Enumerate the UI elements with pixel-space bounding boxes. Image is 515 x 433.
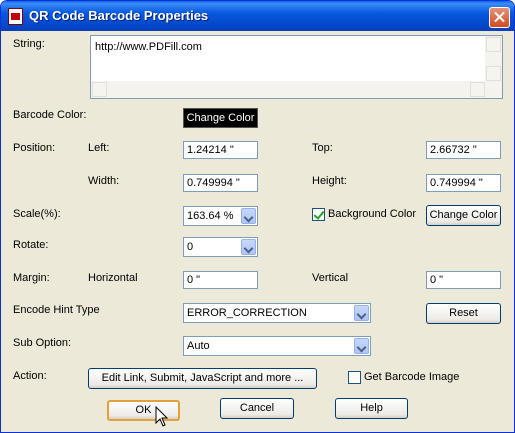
- scale-combobox[interactable]: 163.64 %: [183, 206, 258, 226]
- chevron-down-icon[interactable]: [354, 338, 369, 354]
- sub-option-value: Auto: [187, 340, 210, 352]
- encode-hint-label: Encode Hint Type: [13, 304, 100, 316]
- window-title: QR Code Barcode Properties: [29, 8, 209, 23]
- ok-button[interactable]: OK: [107, 400, 180, 421]
- horizontal-margin-input[interactable]: 0 ": [183, 271, 258, 289]
- scroll-down-icon[interactable]: [486, 66, 501, 81]
- encode-hint-combobox[interactable]: ERROR_CORRECTION: [183, 303, 371, 323]
- barcode-change-color-button[interactable]: Change Color: [183, 108, 258, 128]
- horizontal-label: Horizontal: [88, 272, 138, 284]
- help-button[interactable]: Help: [335, 398, 408, 419]
- height-input[interactable]: 0.749994 ": [426, 174, 501, 192]
- scroll-left-icon[interactable]: [92, 82, 107, 97]
- margin-label: Margin:: [13, 272, 50, 284]
- chevron-down-icon[interactable]: [354, 305, 369, 321]
- vertical-margin-input[interactable]: 0 ": [426, 271, 501, 289]
- horizontal-scrollbar[interactable]: [91, 81, 486, 98]
- reset-button[interactable]: Reset: [426, 303, 501, 324]
- title-bar[interactable]: QR Code Barcode Properties: [1, 1, 514, 31]
- rotate-label: Rotate:: [13, 239, 49, 251]
- get-barcode-image-label: Get Barcode Image: [364, 371, 460, 383]
- barcode-color-label: Barcode Color:: [13, 109, 87, 121]
- action-label: Action:: [13, 370, 47, 382]
- width-input[interactable]: 0.749994 ": [183, 174, 258, 192]
- scale-value: 163.64 %: [187, 210, 234, 222]
- close-icon[interactable]: [489, 7, 510, 28]
- encode-hint-value: ERROR_CORRECTION: [187, 307, 307, 319]
- top-label: Top:: [312, 142, 333, 154]
- rotate-value: 0: [187, 241, 194, 253]
- edit-link-button[interactable]: Edit Link, Submit, JavaScript and more .…: [88, 368, 317, 389]
- position-label: Position:: [13, 142, 56, 154]
- top-input[interactable]: 2.66732 ": [426, 141, 501, 159]
- left-label: Left:: [88, 142, 110, 154]
- background-change-color-button[interactable]: Change Color: [426, 205, 501, 226]
- height-label: Height:: [312, 175, 347, 187]
- scroll-up-icon[interactable]: [486, 37, 501, 52]
- sub-option-label: Sub Option:: [13, 337, 72, 349]
- dialog-window: QR Code Barcode Properties String: http:…: [0, 0, 515, 433]
- get-barcode-image-checkbox[interactable]: [348, 371, 361, 384]
- width-label: Width:: [88, 175, 120, 187]
- scale-label: Scale(%):: [13, 208, 61, 220]
- chevron-down-icon[interactable]: [241, 239, 256, 255]
- pdf-app-icon: [8, 8, 23, 25]
- rotate-combobox[interactable]: 0: [183, 237, 258, 257]
- sub-option-combobox[interactable]: Auto: [183, 336, 371, 356]
- cancel-button[interactable]: Cancel: [220, 398, 294, 419]
- mouse-cursor-icon: [155, 406, 169, 427]
- vertical-scrollbar[interactable]: [485, 36, 502, 98]
- string-label: String:: [13, 38, 45, 50]
- chevron-down-icon[interactable]: [241, 208, 256, 224]
- background-color-checkbox[interactable]: [312, 208, 325, 221]
- left-input[interactable]: 1.24214 ": [183, 141, 258, 159]
- vertical-label: Vertical: [312, 272, 349, 284]
- string-textarea[interactable]: http://www.PDFill.com: [90, 35, 503, 99]
- background-color-label: Background Color: [328, 208, 417, 220]
- scroll-right-icon[interactable]: [470, 82, 485, 97]
- string-value: http://www.PDFill.com: [95, 41, 202, 53]
